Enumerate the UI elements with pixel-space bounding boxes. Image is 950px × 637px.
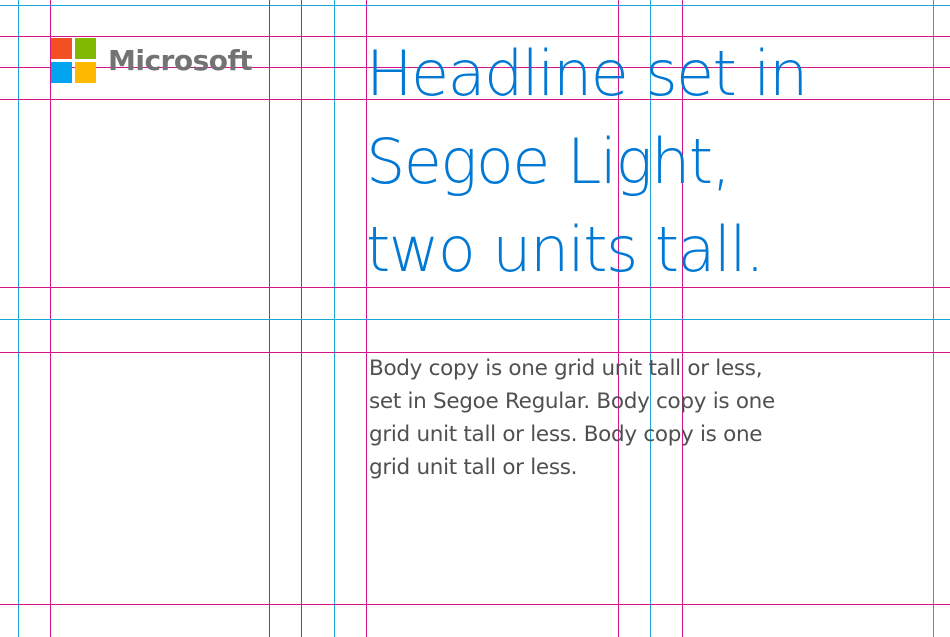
headline-line: Headline set in bbox=[366, 37, 808, 110]
microsoft-logo: Microsoft bbox=[51, 38, 253, 83]
horizontal-grid-line bbox=[0, 604, 950, 605]
windows-logo-icon bbox=[51, 38, 96, 83]
headline-line: two units tall. bbox=[366, 213, 765, 286]
logo-square-blue bbox=[51, 62, 72, 83]
logo-square-green bbox=[75, 38, 96, 59]
body-copy-line: grid unit tall or less. Body copy is one bbox=[369, 422, 763, 447]
vertical-grid-line bbox=[50, 0, 51, 637]
headline: Headline set in Segoe Light, two units t… bbox=[366, 30, 926, 294]
headline-line: Segoe Light, bbox=[366, 125, 731, 198]
body-copy: Body copy is one grid unit tall or less,… bbox=[369, 352, 909, 484]
horizontal-grid-line bbox=[0, 5, 950, 6]
horizontal-grid-line bbox=[0, 319, 950, 320]
body-copy-line: grid unit tall or less. bbox=[369, 455, 578, 480]
logo-module-edge-line bbox=[269, 0, 270, 319]
vertical-grid-line bbox=[269, 0, 270, 637]
logo-square-red bbox=[51, 38, 72, 59]
body-copy-line: Body copy is one grid unit tall or less, bbox=[369, 356, 763, 381]
body-copy-line: set in Segoe Regular. Body copy is one bbox=[369, 389, 775, 414]
vertical-grid-line bbox=[334, 0, 335, 637]
logo-wordmark: Microsoft bbox=[108, 43, 253, 77]
vertical-grid-line bbox=[933, 0, 934, 637]
vertical-grid-line bbox=[18, 0, 19, 637]
vertical-grid-line bbox=[301, 0, 302, 637]
logo-square-yellow bbox=[75, 62, 96, 83]
layout-grid-diagram: Microsoft Headline set in Segoe Light, t… bbox=[0, 0, 950, 637]
